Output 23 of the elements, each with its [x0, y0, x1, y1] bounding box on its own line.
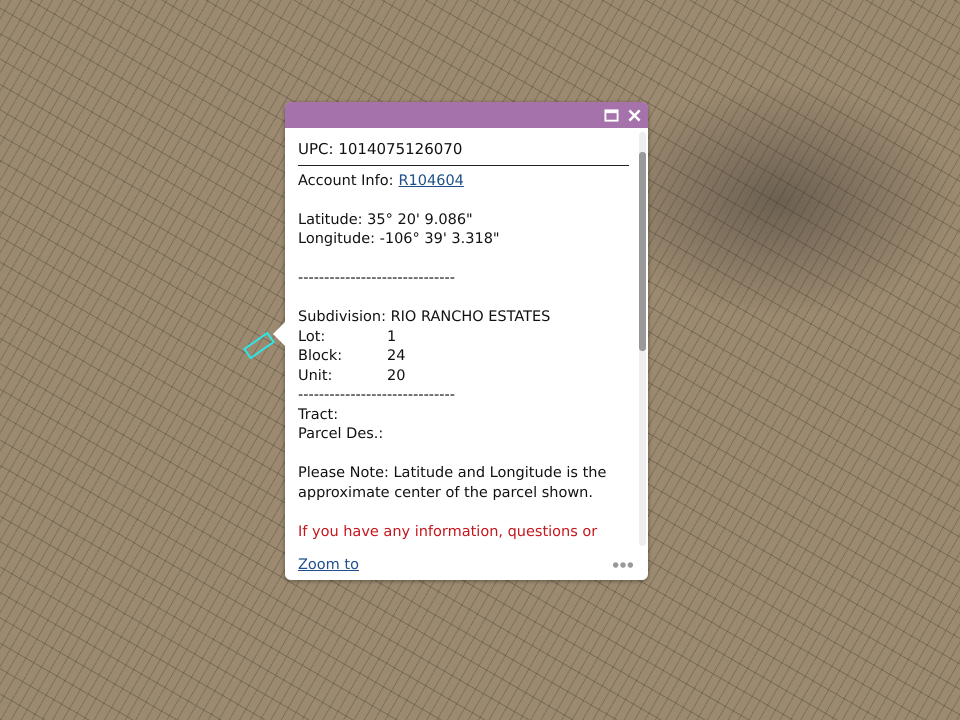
more-options-icon[interactable] — [612, 561, 634, 569]
warning-text: If you have any information, questions or — [298, 522, 598, 542]
maximize-icon[interactable] — [604, 108, 619, 122]
subdivision-text: Subdivision: RIO RANCHO ESTATES — [298, 308, 552, 327]
field-value: 24 — [387, 347, 406, 366]
field-value: 1 — [387, 328, 398, 346]
field-label: Block: — [298, 347, 344, 366]
field-value: 20 — [387, 366, 406, 386]
popup-heading: UPC: 1014075126070 — [298, 140, 464, 160]
separator-text: ------------------------------ — [298, 269, 456, 288]
close-icon[interactable] — [627, 108, 642, 122]
field-label: Parcel Des.: — [298, 425, 384, 444]
account-label: Account Info: — [298, 172, 394, 188]
field-label: Lot: — [298, 328, 326, 346]
account-link[interactable]: R104604 — [398, 172, 464, 188]
coordinate-text: Longitude: -106° 39' 3.318" — [298, 230, 501, 249]
field-label: Unit: — [298, 366, 334, 386]
field-label: Tract: — [298, 406, 340, 424]
separator-text: ------------------------------ — [298, 386, 456, 405]
coordinate-text: Latitude: 35° 20' 9.086" — [298, 210, 474, 230]
scrollbar[interactable] — [639, 132, 646, 546]
note-text: Please Note: Latitude and Longitude is the approximate center of the parcel shown. — [298, 464, 608, 502]
zoom-to-link[interactable]: Zoom to — [298, 557, 359, 573]
